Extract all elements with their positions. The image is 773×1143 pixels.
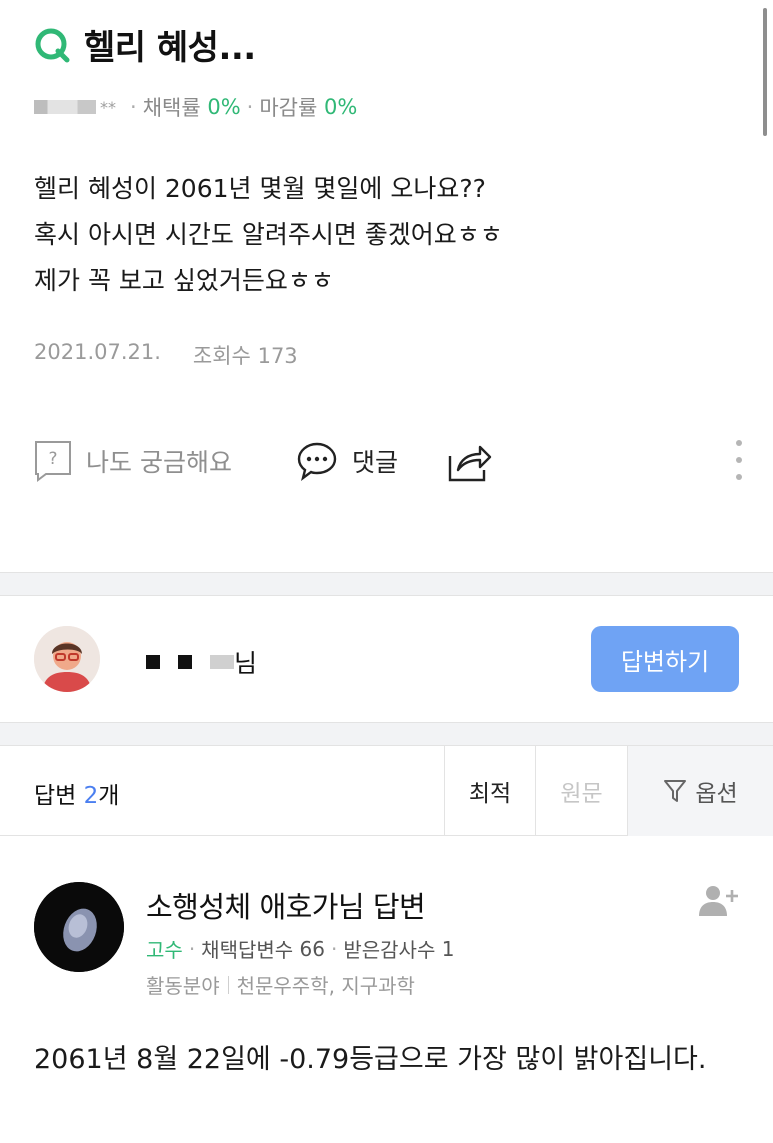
field-label: 활동분야 (146, 974, 220, 998)
svg-text:?: ? (48, 449, 57, 469)
share-icon (446, 440, 492, 482)
meta-separator: · (246, 95, 254, 119)
tab-option[interactable]: 옵션 (627, 746, 773, 836)
adoption-rate-label: 채택률 (142, 96, 201, 120)
masked-username-suffix: ** (100, 97, 116, 117)
question-mark-box-icon: ? (34, 440, 72, 482)
question-header: 헬리 혜성... (34, 20, 256, 69)
question-body: 헬리 혜성이 2061년 몇월 몇일에 오나요?? 혹시 아시면 시간도 알려주… (34, 166, 503, 304)
question-info: 2021.07.21. 조회수 173 (34, 340, 298, 370)
answer-body: 2061년 8월 22일에 -0.79등급으로 가장 많이 밝아집니다. (34, 1044, 707, 1075)
thanks-count: 1 (441, 936, 455, 961)
question-action-bar: ? 나도 궁금해요 댓글 (34, 436, 744, 486)
section-divider (0, 722, 773, 746)
answer-prompt: 님 답변하기 (0, 596, 773, 722)
tab-original[interactable]: 원문 (535, 746, 627, 836)
adopted-count: 66 (299, 936, 325, 961)
masked-username (210, 655, 234, 669)
section-divider (0, 572, 773, 596)
username-suffix: 님 (234, 649, 258, 678)
filter-funnel-icon (663, 778, 687, 804)
tab-best[interactable]: 최적 (444, 746, 535, 836)
answerer-grade[interactable]: 고수 (146, 934, 183, 963)
tab-option-label: 옵션 (695, 781, 738, 807)
field-values: 천문우주학, 지구과학 (236, 974, 415, 998)
comment-label: 댓글 (351, 448, 398, 477)
comment-button[interactable]: 댓글 (296, 441, 398, 481)
speech-bubble-icon (296, 441, 338, 481)
masked-username[interactable] (34, 100, 96, 114)
curious-button[interactable]: ? 나도 궁금해요 (34, 440, 232, 482)
adoption-rate-value: 0% (207, 95, 241, 119)
answer-title: 소행성체 애호가님 답변 (146, 890, 426, 924)
scrollbar[interactable] (763, 8, 767, 136)
avatar (34, 626, 100, 692)
share-button[interactable] (446, 440, 492, 482)
add-user-icon[interactable] (699, 884, 739, 918)
masked-username (178, 655, 192, 669)
answer-count: 답변 2개 (34, 783, 120, 809)
q-logo-icon (34, 26, 72, 64)
question-body-line: 헬리 혜성이 2061년 몇월 몇일에 오나요?? (34, 174, 486, 203)
masked-username (146, 655, 160, 669)
answer-tabs-bar: 답변 2개 최적 원문 옵션 (0, 746, 773, 836)
meta-separator: · (188, 936, 196, 961)
view-count: 조회수 173 (192, 344, 298, 368)
answerer-avatar[interactable] (34, 882, 124, 972)
asker-meta: ** · 채택률 0% · 마감률 0% (34, 92, 357, 122)
question-title: 헬리 혜성... (84, 28, 256, 68)
answerer-stats: 고수 · 채택답변수 66 · 받은감사수 1 (146, 934, 454, 963)
write-answer-button[interactable]: 답변하기 (591, 626, 739, 692)
curious-label: 나도 궁금해요 (86, 448, 232, 477)
thanks-label: 받은감사수 (343, 938, 436, 962)
more-vertical-icon[interactable] (734, 440, 744, 480)
prompt-username: 님 (146, 644, 257, 680)
field-separator (227, 975, 229, 994)
question-date: 2021.07.21. (34, 340, 161, 364)
meta-separator: · (130, 95, 137, 119)
adopted-label: 채택답변수 (201, 938, 294, 962)
close-rate-label: 마감률 (259, 96, 318, 120)
question-body-line: 혹시 아시면 시간도 알려주시면 좋겠어요ㅎㅎ (34, 220, 503, 249)
answerer-fields: 활동분야 천문우주학, 지구과학 (146, 970, 415, 999)
question-body-line: 제가 꼭 보고 싶었거든요ㅎㅎ (34, 266, 334, 295)
close-rate-value: 0% (324, 95, 358, 119)
meta-separator: · (330, 936, 338, 961)
